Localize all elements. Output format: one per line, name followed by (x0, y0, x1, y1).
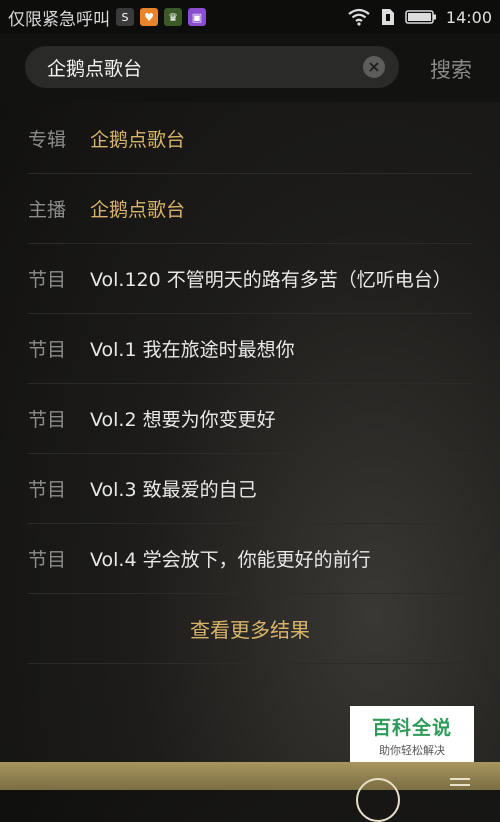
wifi-icon (348, 8, 370, 26)
player-bar[interactable] (0, 762, 500, 822)
result-title: Vol.1 我在旅途时最想你 (90, 339, 295, 361)
app-crown-icon: ♛ (164, 8, 182, 26)
watermark-subtitle: 助你轻松解决 (379, 743, 445, 757)
battery-icon (405, 10, 436, 24)
play-button[interactable] (356, 778, 400, 822)
search-results-list: 专辑 企鹅点歌台 主播 企鹅点歌台 节目 Vol.120 不管明天的路有多苦（忆听电台）节… (0, 104, 500, 664)
result-type-label: 节目 (28, 339, 67, 361)
watermark-title: 百科全说 (371, 716, 452, 739)
result-type-label: 节目 (28, 409, 67, 431)
result-type-label: 专辑 (28, 129, 67, 151)
search-box[interactable] (25, 46, 399, 88)
result-row[interactable]: 专辑 企鹅点歌台 (28, 104, 472, 174)
result-type-label: 节目 (28, 269, 67, 291)
clear-search-button[interactable] (363, 56, 385, 78)
result-title: Vol.2 想要为你变更好 (90, 409, 276, 431)
result-row[interactable]: 节目 Vol.120 不管明天的路有多苦（忆听电台） (28, 244, 472, 314)
baike-watermark-logo: 百科全说 助你轻松解决 (350, 706, 474, 764)
app-orange-icon: ♥ (140, 8, 158, 26)
playlist-icon[interactable] (450, 778, 470, 790)
close-icon (369, 62, 379, 72)
result-title: Vol.120 不管明天的路有多苦（忆听电台） (90, 269, 452, 291)
app-s-icon: S (116, 8, 134, 26)
result-row[interactable]: 节目 Vol.1 我在旅途时最想你 (28, 314, 472, 384)
carrier-label: 仅限紧急呼叫 (8, 9, 110, 30)
view-more-results-button[interactable]: 查看更多结果 (28, 594, 472, 664)
result-title: 企鹅点歌台 (90, 199, 186, 221)
sim-card-icon (381, 9, 394, 25)
result-title: Vol.3 致最爱的自己 (90, 479, 257, 501)
search-input[interactable] (47, 46, 347, 88)
result-type-label: 主播 (28, 199, 67, 221)
clock: 14:00 (445, 7, 492, 27)
result-row[interactable]: 节目 Vol.3 致最爱的自己 (28, 454, 472, 524)
result-row[interactable]: 节目 Vol.4 学会放下，你能更好的前行 (28, 524, 472, 594)
status-right: 14:00 (347, 0, 492, 34)
app-purple-icon: ▣ (188, 8, 206, 26)
result-type-label: 节目 (28, 479, 67, 501)
result-title: 企鹅点歌台 (90, 129, 186, 151)
search-header: 搜索 (0, 34, 500, 102)
result-row[interactable]: 节目 Vol.2 想要为你变更好 (28, 384, 472, 454)
result-row[interactable]: 主播 企鹅点歌台 (28, 174, 472, 244)
status-bar: 仅限紧急呼叫 S ♥ ♛ ▣ 14:00 (0, 0, 500, 34)
result-title: Vol.4 学会放下，你能更好的前行 (90, 549, 371, 571)
result-type-label: 节目 (28, 549, 67, 571)
search-button[interactable]: 搜索 (430, 54, 472, 84)
notification-icons: S ♥ ♛ ▣ (116, 8, 206, 26)
